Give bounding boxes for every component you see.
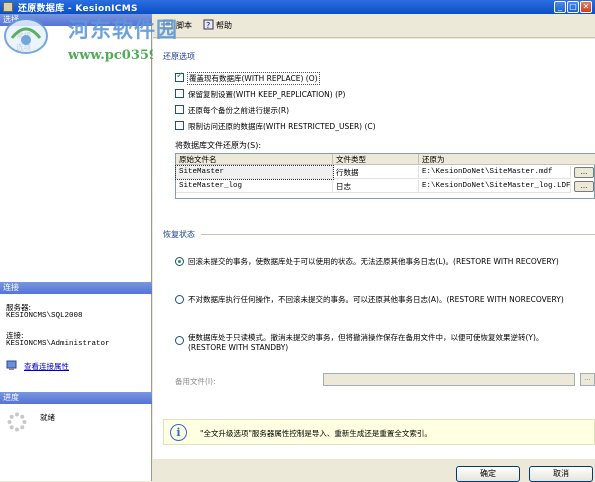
info-message: "全文升级选项"服务器属性控制是导入、重新生成还是重置全文索引。 [200, 429, 432, 438]
restricted-user-label[interactable]: 限制访问还原的数据库(WITH RESTRICTED_USER) (C) [188, 121, 376, 132]
minimize-button[interactable]: _ [554, 1, 566, 13]
overwrite-checkbox[interactable] [175, 71, 184, 82]
norecovery-label[interactable]: 不对数据库执行任何操作，不回滚未提交的事务。可以还原其他事务日志(A)。(RES… [188, 295, 564, 305]
table-row-original[interactable]: SiteMaster [175, 165, 334, 180]
info-icon: i [170, 424, 187, 441]
left-pane: 选择 常规 选项 连接 服务器: KESIONCMS\SQL2008 连接: K… [0, 14, 152, 481]
svg-text:?: ? [206, 21, 210, 30]
table-row-restore-as[interactable]: E:\KesionDoNet\SiteMaster_log.LDF [419, 180, 571, 193]
norecovery-radio[interactable] [175, 295, 184, 304]
grid-header-type[interactable]: 文件类型 [333, 154, 419, 165]
connection-header: 连接 [0, 282, 152, 294]
standby-file-label: 备用文件(I): [175, 377, 216, 386]
restore-options-group-label: 还原选项 [163, 52, 195, 61]
maximize-button[interactable]: □ [567, 1, 579, 13]
title-bar[interactable]: 还原数据库 - KesionICMS _ □ ✕ [0, 0, 595, 14]
file-grid-caption: 将数据库文件还原为(S): [175, 141, 262, 150]
standby-label-line2[interactable]: (RESTORE WITH STANDBY) [188, 343, 288, 353]
toolbar: 脚本 ? 帮助 [153, 14, 595, 38]
prompt-before-restore-checkbox[interactable] [175, 105, 184, 114]
recovery-radio[interactable] [175, 257, 184, 266]
watermark-logo [4, 18, 48, 54]
progress-spinner-icon [7, 412, 27, 432]
info-bar: i "全文升级选项"服务器属性控制是导入、重新生成还是重置全文索引。 [163, 419, 595, 445]
recovery-divider [201, 234, 595, 235]
keep-replication-label[interactable]: 保留复制设置(WITH KEEP_REPLICATION) (P) [188, 89, 345, 100]
standby-label-line1[interactable]: 使数据库处于只读模式。撤消未提交的事务，但将撤消操作保存在备用文件中，以便可使恢… [188, 333, 543, 343]
recovery-group-label: 恢复状态 [163, 230, 195, 239]
progress-status: 就绪 [40, 413, 55, 422]
keep-replication-checkbox[interactable] [175, 89, 184, 98]
close-button[interactable]: ✕ [580, 1, 592, 13]
ok-button[interactable]: 确定 [456, 466, 520, 482]
recovery-label[interactable]: 回滚未提交的事务，使数据库处于可以使用的状态。无法还原其他事务日志(L)。(RE… [188, 257, 559, 267]
standby-radio[interactable] [175, 336, 184, 345]
window-title: 还原数据库 - KesionICMS [18, 4, 138, 14]
view-connection-properties-link[interactable]: 查看连接属性 [24, 361, 69, 372]
server-value: KESIONCMS\SQL2008 [6, 312, 83, 320]
dialog-footer: 确定 取消 [153, 459, 595, 482]
browse-button-row2[interactable]: ... [574, 181, 594, 192]
standby-browse-button[interactable]: ... [580, 373, 595, 386]
standby-file-input[interactable] [323, 373, 575, 386]
connection-properties-icon [6, 360, 17, 370]
browse-button-row1[interactable]: ... [574, 167, 594, 178]
grid-header-original[interactable]: 原始文件名 [176, 154, 333, 165]
prompt-before-restore-label[interactable]: 还原每个备份之前进行提示(R) [188, 105, 289, 116]
table-row-original[interactable]: SiteMaster_log [176, 180, 333, 193]
table-row-restore-as[interactable]: E:\KesionDoNet\SiteMaster.mdf [419, 166, 571, 179]
overwrite-label[interactable]: 覆盖现有数据库(WITH REPLACE) (O) [187, 72, 320, 85]
connection-value: KESIONCMS\Administrator [6, 340, 110, 348]
restricted-user-checkbox[interactable] [175, 121, 184, 130]
file-grid: 原始文件名 文件类型 还原为 SiteMaster 行数据 E:\KesionD… [175, 153, 595, 199]
main-panel: 还原选项 覆盖现有数据库(WITH REPLACE) (O) 保留复制设置(WI… [153, 39, 595, 481]
help-icon[interactable]: ? [203, 19, 214, 30]
cancel-button[interactable]: 取消 [529, 466, 593, 482]
app-icon [3, 2, 13, 12]
table-row-type[interactable]: 日志 [333, 180, 419, 193]
grid-header-restore-as[interactable]: 还原为 [419, 154, 595, 165]
help-button[interactable]: 帮助 [216, 20, 232, 31]
progress-header: 进度 [0, 392, 152, 404]
script-button[interactable]: 脚本 [176, 20, 192, 31]
table-row-type[interactable]: 行数据 [333, 166, 419, 179]
